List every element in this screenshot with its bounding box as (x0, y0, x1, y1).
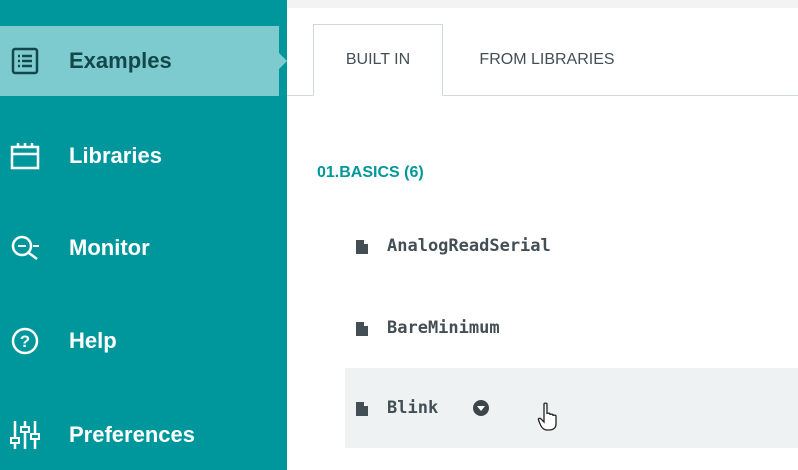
tab-bar: BUILT IN FROM LIBRARIES (287, 24, 798, 96)
example-item-analogreadserial[interactable]: AnalogReadSerial (345, 206, 798, 286)
top-divider (287, 0, 798, 8)
preferences-icon (8, 418, 42, 452)
sidebar-item-preferences[interactable]: Preferences (0, 400, 287, 470)
example-name: Blink (387, 398, 439, 418)
sidebar-item-label: Monitor (69, 235, 150, 260)
tab-from-libraries[interactable]: FROM LIBRARIES (447, 24, 647, 96)
tab-built-in[interactable]: BUILT IN (313, 24, 443, 96)
sidebar-item-monitor[interactable]: Monitor (0, 213, 287, 283)
chevron-down-icon[interactable] (473, 400, 489, 416)
sidebar-item-label: Libraries (69, 143, 162, 168)
hand-pointer-icon (537, 402, 561, 432)
list-icon (8, 44, 42, 78)
sidebar: Examples Libraries Monitor ? Help Prefer… (0, 0, 287, 470)
monitor-icon (8, 231, 42, 265)
sidebar-item-label: Examples (69, 48, 172, 73)
sidebar-item-help[interactable]: ? Help (0, 306, 287, 376)
example-item-blink[interactable]: Blink (345, 368, 798, 448)
sidebar-item-label: Preferences (69, 422, 195, 447)
library-icon (8, 139, 42, 173)
sidebar-item-libraries[interactable]: Libraries (0, 121, 287, 191)
example-name: BareMinimum (387, 318, 500, 338)
svg-text:?: ? (20, 332, 30, 351)
sidebar-item-label: Help (69, 328, 117, 353)
file-icon (355, 321, 369, 336)
examples-panel: BUILT IN FROM LIBRARIES 01.BASICS (6) An… (287, 0, 798, 470)
file-icon (355, 401, 369, 416)
sidebar-item-examples[interactable]: Examples (0, 26, 287, 96)
example-item-bareminimum[interactable]: BareMinimum (345, 288, 798, 368)
section-title[interactable]: 01.BASICS (6) (317, 164, 424, 182)
help-icon: ? (8, 324, 42, 358)
file-icon (355, 239, 369, 254)
example-name: AnalogReadSerial (387, 236, 551, 256)
